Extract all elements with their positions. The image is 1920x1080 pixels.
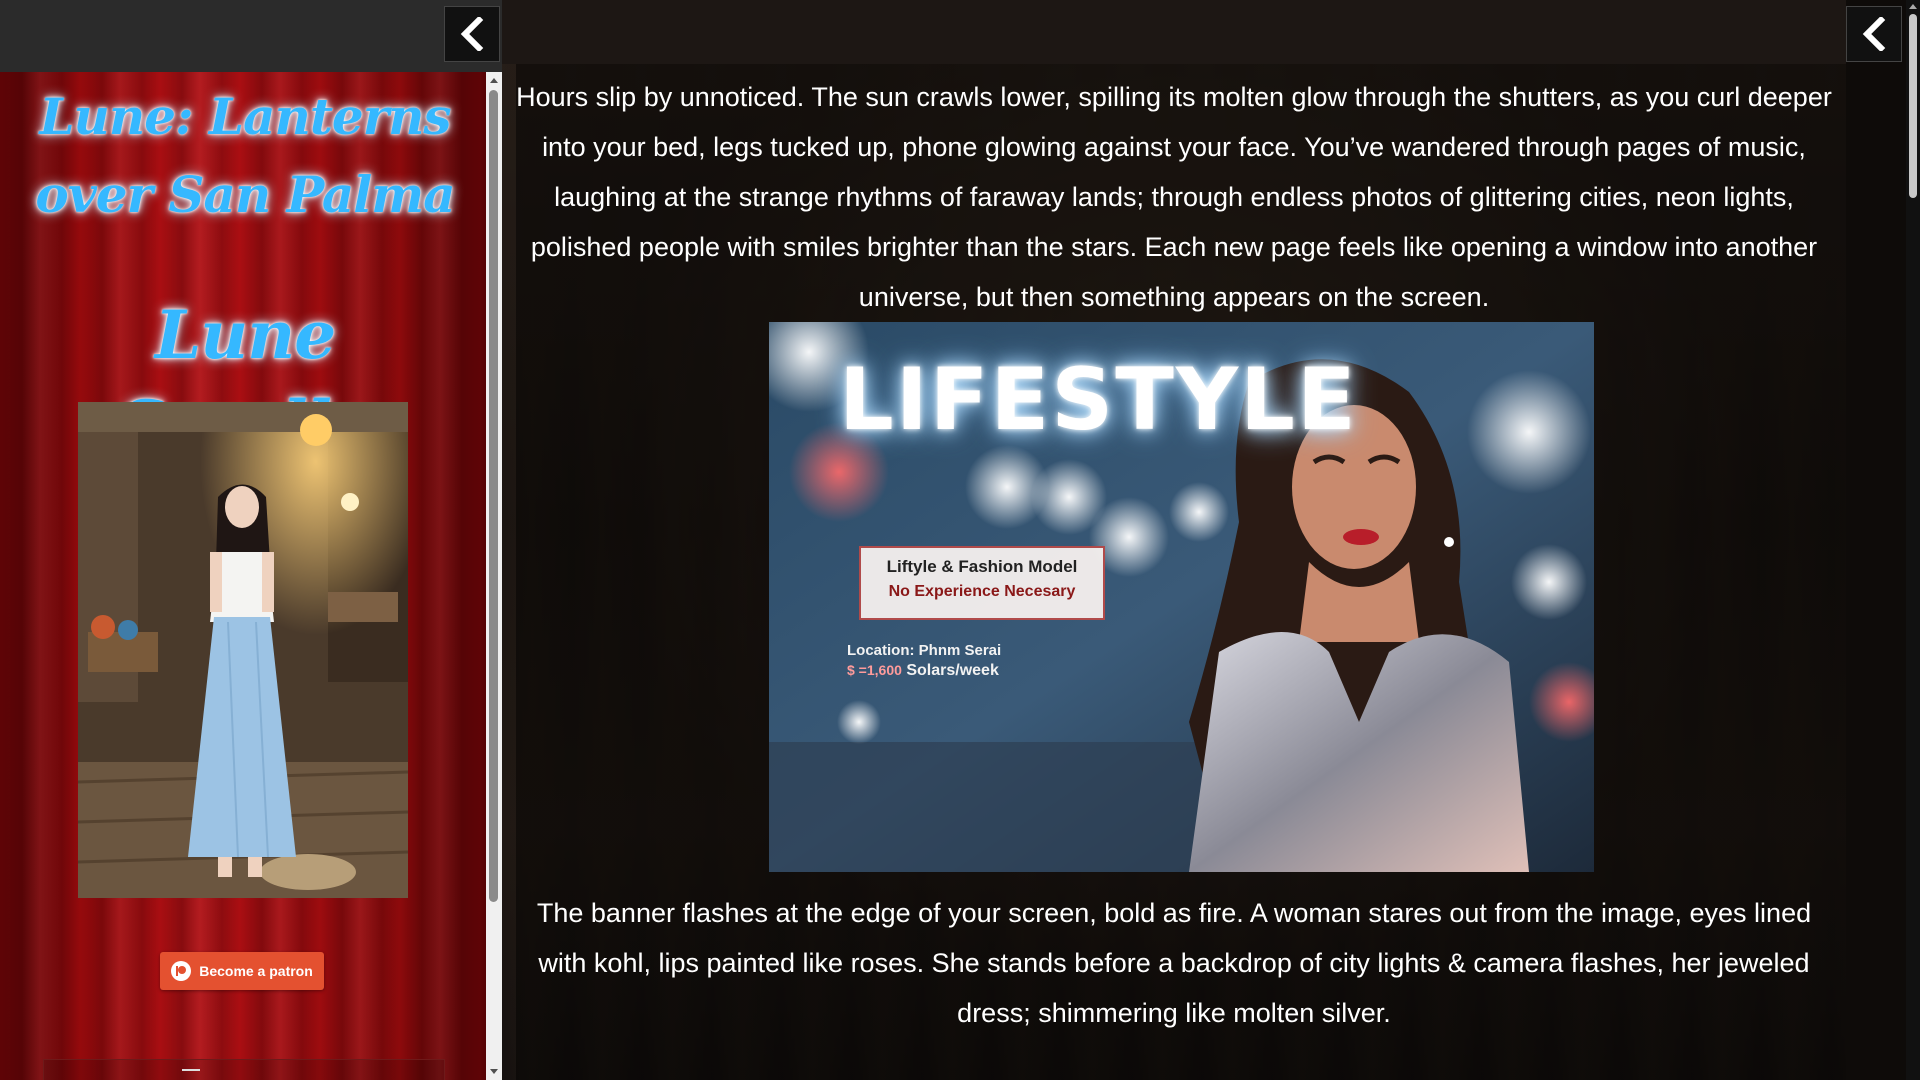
- sidebar-scroll-thumb[interactable]: [489, 90, 498, 902]
- sidebar-footer-panel: [43, 1059, 445, 1080]
- scroll-up-icon[interactable]: [1909, 4, 1917, 9]
- page-scroll-thumb[interactable]: [1909, 14, 1917, 198]
- become-a-patron-button[interactable]: Become a patron: [160, 952, 324, 990]
- chevron-left-icon: [460, 17, 484, 51]
- ad-offer-subtitle: No Experience Necesary: [888, 583, 1076, 600]
- sidebar-header: [0, 0, 502, 72]
- story-panel: Hours slip by unnoticed. The sun crawls …: [502, 64, 1846, 1080]
- chevron-left-icon: [1862, 17, 1886, 51]
- character-portrait: [78, 402, 408, 898]
- ad-headline: LIFESTYLE: [839, 350, 1358, 450]
- sidebar: Lune: Lanterns over San Palma Lune Sorel…: [0, 72, 486, 1080]
- story-menu-toggle-button[interactable]: [1846, 6, 1902, 62]
- patreon-icon: [171, 961, 192, 981]
- lifestyle-ad-image: LIFESTYLE Liftyle & Fashion Model No Exp…: [769, 322, 1594, 872]
- story-paragraph: Hours slip by unnoticed. The sun crawls …: [516, 82, 1832, 312]
- menu-icon: [182, 1069, 200, 1077]
- sidebar-toggle-button[interactable]: [444, 6, 500, 62]
- portrait-image: [78, 402, 408, 898]
- story-paragraph: The banner flashes at the edge of your s…: [536, 898, 1812, 1028]
- main-header: [502, 0, 1846, 64]
- scroll-down-icon[interactable]: [490, 1069, 498, 1074]
- ad-pay: $ =1,600 Solars/week: [847, 662, 999, 680]
- ad-offer-box: Liftyle & Fashion Model No Experience Ne…: [859, 546, 1105, 620]
- patron-button-label: Become a patron: [199, 963, 313, 979]
- ad-location: Location: Phnm Serai: [847, 642, 1002, 659]
- page-scrollbar[interactable]: [1906, 0, 1920, 1080]
- sidebar-scrollbar[interactable]: [486, 72, 502, 1080]
- ad-pay-amount: $ =1,600: [847, 662, 902, 678]
- game-title: Lune: Lanterns over San Palma: [35, 87, 455, 224]
- ad-offer-title: Liftyle & Fashion Model: [886, 557, 1078, 576]
- scroll-up-icon[interactable]: [490, 78, 498, 83]
- ad-pay-unit: Solars/week: [906, 662, 999, 679]
